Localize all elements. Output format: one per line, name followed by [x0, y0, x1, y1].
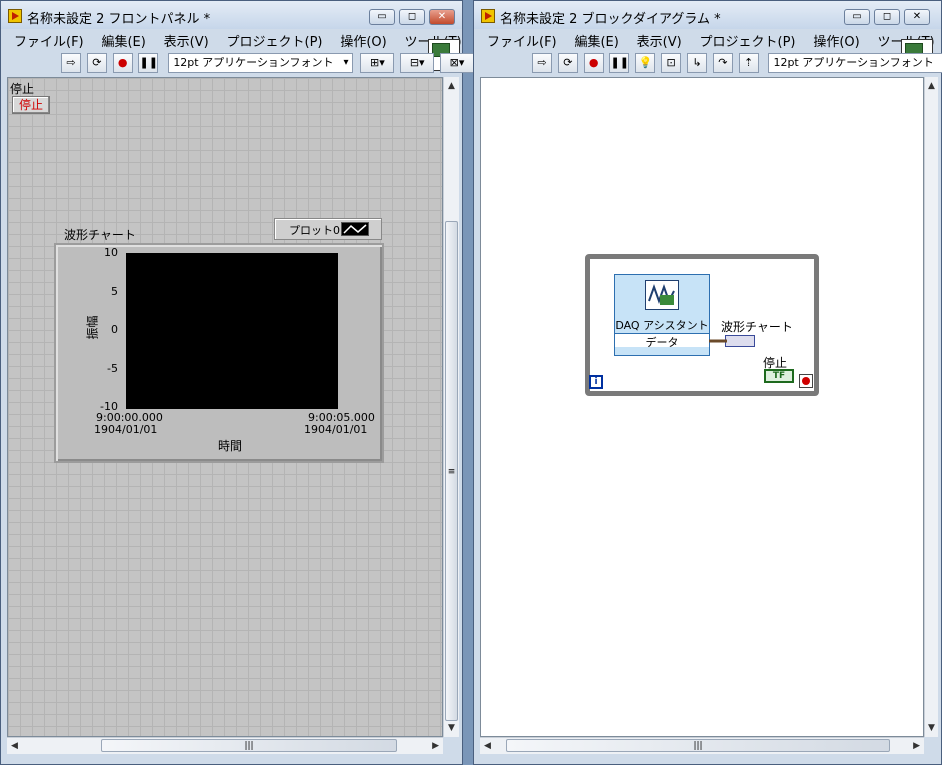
maximize-button[interactable]: ◻	[399, 9, 425, 25]
y-tick: 10	[104, 246, 118, 259]
run-arrow-icon[interactable]: ⇨	[61, 53, 81, 73]
menu-file[interactable]: ファイル(F)	[7, 29, 91, 52]
retain-wire-values-icon[interactable]: ⊡	[661, 53, 682, 73]
front-panel-window: 名称未設定 2 フロントパネル * ▭ ◻ ✕ ファイル(F) 編集(E) 表示…	[0, 0, 475, 765]
menu-project[interactable]: プロジェクト(P)	[220, 29, 330, 52]
hscroll-thumb[interactable]: |||	[506, 739, 890, 752]
legend-plot-name: プロット0	[289, 224, 340, 237]
step-out-icon[interactable]: ⇡	[738, 53, 759, 73]
menu-view[interactable]: 表示(V)	[157, 29, 216, 52]
legend-plot-swatch	[341, 222, 369, 236]
font-selector[interactable]: 12pt アプリケーションフォント	[768, 53, 942, 73]
chart-plot-area	[126, 253, 338, 409]
chart-ylabel: 振幅	[85, 315, 100, 340]
labview-app-icon	[8, 9, 22, 23]
daq-assistant-label: DAQ アシスタント	[615, 319, 709, 332]
vscroll-thumb[interactable]: ≡	[445, 221, 458, 721]
chart-terminal-label: 波形チャート	[721, 320, 793, 334]
front-panel-title: 名称未設定 2 フロントパネル *	[27, 12, 211, 27]
block-diagram-title: 名称未設定 2 ブロックダイアグラム *	[500, 12, 721, 27]
block-diagram-hscrollbar[interactable]: ◀ ||| ▶	[480, 737, 924, 754]
block-diagram-vscrollbar[interactable]: ▲ ▼	[924, 77, 938, 737]
y-tick: 5	[111, 285, 118, 298]
stop-button[interactable]: 停止	[12, 96, 50, 114]
close-button[interactable]: ✕	[429, 9, 455, 25]
x-end-date: 1904/01/01	[304, 423, 368, 436]
run-arrow-icon[interactable]: ⇨	[532, 53, 552, 73]
front-panel-hscrollbar[interactable]: ◀ ||| ▶	[7, 737, 443, 754]
daq-data-output[interactable]: データ	[615, 333, 709, 349]
block-diagram-menubar: ファイル(F) 編集(E) 表示(V) プロジェクト(P) 操作(O) ツール(…	[480, 29, 942, 51]
menu-edit[interactable]: 編集(E)	[94, 29, 152, 52]
font-selector[interactable]: 12pt アプリケーションフォント	[168, 53, 353, 73]
align-objects-icon[interactable]: ⊞▾	[360, 53, 395, 73]
iteration-terminal: i	[589, 375, 603, 389]
stop-button-label: 停止	[10, 82, 35, 96]
front-panel-titlebar: 名称未設定 2 フロントパネル * ▭ ◻ ✕	[1, 1, 462, 29]
chart-label: 波形チャート	[64, 228, 136, 242]
block-diagram-canvas[interactable]: DAQ アシスタント データ 波形チャート 停止 TF i	[480, 77, 924, 737]
block-diagram-toolbar: ⇨ ⟳ ● ❚❚ 💡 ⊡ ↳ ↷ ⇡ 12pt アプリケーションフォント	[532, 53, 942, 77]
resize-objects-icon[interactable]: ⊠▾	[440, 53, 475, 73]
front-panel-menubar: ファイル(F) 編集(E) 表示(V) プロジェクト(P) 操作(O) ツール(…	[7, 29, 469, 51]
loop-condition-terminal[interactable]	[799, 374, 813, 388]
y-tick: -5	[107, 362, 118, 375]
data-wire	[709, 339, 727, 343]
waveform-chart[interactable]: 10 5 0 -5 -10 振幅 9:00:00.000 1904/01/01 …	[54, 243, 384, 463]
close-button[interactable]: ✕	[904, 9, 930, 25]
step-into-icon[interactable]: ↳	[686, 53, 707, 73]
abort-icon[interactable]: ●	[583, 53, 604, 73]
step-over-icon[interactable]: ↷	[712, 53, 733, 73]
stop-boolean-terminal[interactable]: TF	[764, 369, 794, 383]
menu-project[interactable]: プロジェクト(P)	[693, 29, 803, 52]
run-continuously-icon[interactable]: ⟳	[86, 53, 107, 73]
menu-view[interactable]: 表示(V)	[630, 29, 689, 52]
block-diagram-window: 名称未設定 2 ブロックダイアグラム * ▭ ◻ ✕ ファイル(F) 編集(E)…	[473, 0, 942, 765]
labview-app-icon	[481, 9, 495, 23]
pause-icon[interactable]: ❚❚	[609, 53, 630, 73]
distribute-objects-icon[interactable]: ⊟▾	[400, 53, 435, 73]
front-panel-toolbar: ⇨ ⟳ ● ❚❚ 12pt アプリケーションフォント ⊞▾ ⊟▾ ⊠▾	[61, 53, 476, 77]
chart-xlabel: 時間	[218, 439, 243, 453]
menu-operate[interactable]: 操作(O)	[806, 29, 866, 52]
waveform-chart-terminal[interactable]	[725, 335, 755, 347]
menu-edit[interactable]: 編集(E)	[567, 29, 625, 52]
front-panel-vscrollbar[interactable]: ▲ ≡ ▼	[443, 77, 459, 737]
abort-icon[interactable]: ●	[112, 53, 133, 73]
hscroll-thumb[interactable]: |||	[101, 739, 397, 752]
daq-assistant-node[interactable]: DAQ アシスタント データ	[614, 274, 710, 356]
front-panel-canvas[interactable]: 停止 停止 波形チャート プロット0 10 5 0 -5 -10 振幅 9:00…	[7, 77, 443, 737]
block-diagram-titlebar: 名称未設定 2 ブロックダイアグラム * ▭ ◻ ✕	[474, 1, 941, 29]
daq-assistant-icon	[645, 280, 679, 310]
plot-legend[interactable]: プロット0	[274, 218, 382, 240]
menu-operate[interactable]: 操作(O)	[333, 29, 393, 52]
highlight-execution-icon[interactable]: 💡	[635, 53, 656, 73]
x-start-date: 1904/01/01	[94, 423, 158, 436]
run-continuously-icon[interactable]: ⟳	[557, 53, 578, 73]
minimize-button[interactable]: ▭	[844, 9, 870, 25]
minimize-button[interactable]: ▭	[369, 9, 395, 25]
pause-icon[interactable]: ❚❚	[138, 53, 159, 73]
maximize-button[interactable]: ◻	[874, 9, 900, 25]
menu-file[interactable]: ファイル(F)	[480, 29, 564, 52]
